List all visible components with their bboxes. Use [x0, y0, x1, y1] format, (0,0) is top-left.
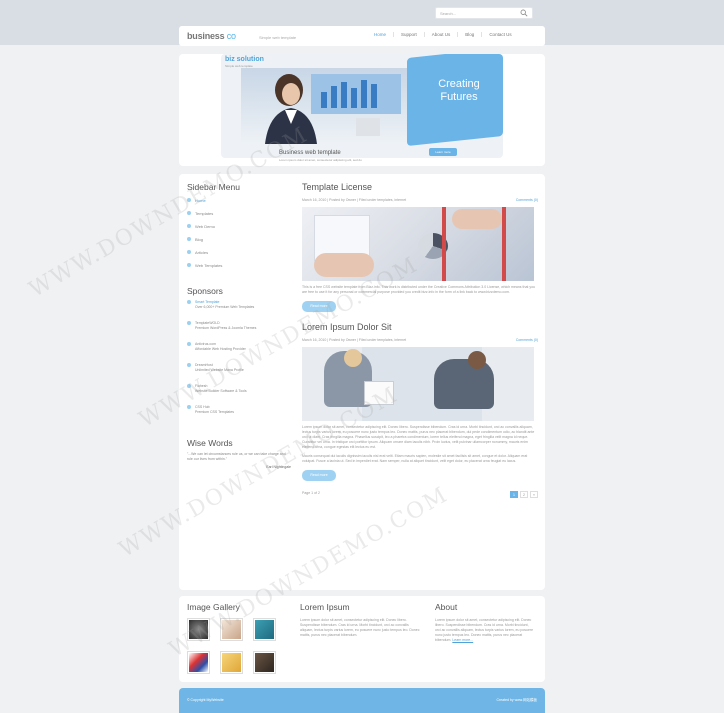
banner-headline: Creating Futures: [429, 78, 489, 104]
banner-brand-sub: Simple web template: [225, 64, 253, 68]
post-image-hand: [452, 209, 502, 229]
post-comments-link[interactable]: Comments (0): [516, 338, 538, 342]
sponsors-title: Sponsors: [187, 286, 223, 296]
post-meta: March 16, 2010 | Posted by Owner | Filed…: [302, 198, 538, 202]
sidebar-item-label: Templates: [195, 211, 214, 216]
post: Lorem Ipsum Dolor Sit March 16, 2010 | P…: [302, 322, 538, 481]
copyright: © Copyright MyWebsite: [187, 698, 224, 702]
banner-photo: [241, 68, 413, 144]
lorem-ipsum-text: Lorem ipsum dolor sit amet, consectetur …: [300, 618, 420, 637]
bullet-icon: [187, 300, 191, 304]
wise-words-title: Wise Words: [187, 438, 233, 448]
pagination-pages: 1 2 »: [510, 491, 538, 498]
gallery-thumb-image: [255, 620, 274, 639]
banner-headline-2: Futures: [440, 91, 478, 103]
nav-support[interactable]: Support: [393, 32, 424, 37]
nav-home[interactable]: Home: [367, 32, 393, 37]
sidebar: Sidebar Menu Home Templates Web Demo Blo…: [187, 182, 291, 469]
post-meta: March 16, 2010 | Posted by Owner | Filed…: [302, 338, 538, 342]
next-page-button[interactable]: »: [530, 491, 538, 498]
posts: Template License March 16, 2010 | Posted…: [302, 182, 538, 498]
bullet-icon: [187, 321, 191, 325]
sponsor-desc: Over 6,000+ Premium Web Templates: [195, 305, 255, 309]
page-2-button[interactable]: 2: [520, 491, 528, 498]
sidebar-item-label: Web Templates: [195, 263, 223, 268]
about-learn-more-link[interactable]: Learn more...: [452, 638, 473, 642]
sidebar-item-label: Blog: [195, 237, 204, 242]
gallery-thumb[interactable]: [220, 651, 243, 674]
main-nav: Home Support About Us Blog Contact Us: [367, 32, 519, 37]
logo-main: business: [187, 31, 225, 41]
sidebar-item-label: Web Demo: [195, 224, 215, 229]
about-title: About: [435, 602, 458, 612]
post-title[interactable]: Template License: [302, 182, 538, 192]
about-column: About Lorem ipsum dolor sit amet, consec…: [435, 602, 535, 643]
bullet-icon: [187, 342, 191, 346]
banner-caption-sub: Lorem ipsum dolor sit amet, consectetur …: [279, 158, 362, 162]
post-image-person: [434, 359, 494, 409]
bullet-icon: [187, 263, 191, 267]
sponsor-name[interactable]: Smart Template: [195, 300, 219, 304]
sidebar-menu: Home Templates Web Demo Blog Articles We…: [187, 196, 291, 274]
read-more-button[interactable]: Read more: [302, 470, 336, 481]
bullet-icon: [187, 363, 191, 367]
logo[interactable]: business co: [187, 31, 236, 41]
lorem-ipsum-title: Lorem Ipsum: [300, 602, 350, 612]
post-title[interactable]: Lorem Ipsum Dolor Sit: [302, 322, 538, 332]
post-meta-text: March 16, 2010 | Posted by Owner | Filed…: [302, 198, 407, 202]
page-1-button[interactable]: 1: [510, 491, 518, 498]
post-image-head: [468, 351, 486, 369]
banner-headline-1: Creating: [438, 78, 480, 90]
sidebar-item-blog[interactable]: Blog: [187, 235, 291, 248]
sidebar-item-templates[interactable]: Templates: [187, 209, 291, 222]
pagination-label: Page 1 of 2: [302, 491, 320, 495]
post-excerpt-2: Mauris consequat dui iaculis dignissim i…: [302, 454, 528, 463]
search-input[interactable]: Search...: [435, 7, 533, 19]
about-text-body: Lorem ipsum dolor sit amet, consectetur …: [435, 618, 534, 642]
sponsor-item[interactable]: Smart Template Over 6,000+ Premium Web Te…: [187, 300, 291, 321]
sponsor-name[interactable]: TemplateWOLD: [195, 321, 220, 325]
sponsor-desc: Premium WordPress & Joomla Themes: [195, 326, 257, 330]
bullet-icon: [187, 250, 191, 254]
search-placeholder: Search...: [440, 11, 457, 16]
sponsor-item[interactable]: CSS Hub Premium CSS Templates: [187, 405, 291, 426]
banner-photo-art: [265, 74, 401, 144]
bullet-icon: [187, 237, 191, 241]
sidebar-item-web-templates[interactable]: Web Templates: [187, 261, 291, 274]
post-meta-text: March 16, 2010 | Posted by Owner | Filed…: [302, 338, 407, 342]
gallery-thumb[interactable]: [253, 651, 276, 674]
sidebar-item-articles[interactable]: Articles: [187, 248, 291, 261]
nav-blog[interactable]: Blog: [457, 32, 481, 37]
credit-link[interactable]: Created by www.网站模板: [497, 698, 537, 703]
nav-contact-us[interactable]: Contact Us: [481, 32, 518, 37]
post: Template License March 16, 2010 | Posted…: [302, 182, 538, 312]
header: business co Simple web template Home Sup…: [179, 26, 545, 46]
sponsor-name[interactable]: Antivirus.com: [195, 342, 216, 346]
sidebar-item-web-demo[interactable]: Web Demo: [187, 222, 291, 235]
post-image: [302, 347, 534, 421]
search-icon[interactable]: [520, 9, 528, 17]
nav-about-us[interactable]: About Us: [423, 32, 458, 37]
gallery-thumb-image: [222, 653, 241, 672]
tagline: Simple web template: [259, 35, 297, 40]
post-image-head: [344, 349, 362, 367]
gallery-thumb[interactable]: [253, 618, 276, 641]
post-image-hand: [314, 253, 374, 277]
post-image-stripe: [502, 207, 506, 281]
banner: Creating Futures biz solution Simple web …: [179, 54, 545, 166]
logo-accent: co: [226, 31, 236, 41]
lorem-ipsum-column: Lorem Ipsum Lorem ipsum dolor sit amet, …: [300, 602, 420, 638]
post-image-stripe: [442, 207, 446, 281]
about-text: Lorem ipsum dolor sit amet, consectetur …: [435, 618, 535, 643]
footer-bar: © Copyright MyWebsite Created by www.网站模…: [179, 688, 545, 713]
gallery-thumb-image: [189, 653, 208, 672]
banner-button[interactable]: Learn more: [429, 148, 457, 156]
banner-brand: biz solution: [225, 56, 264, 63]
sponsor-desc: Premium CSS Templates: [195, 410, 235, 414]
post-comments-link[interactable]: Comments (0): [516, 198, 538, 202]
sponsor-name[interactable]: CSS Hub: [195, 405, 210, 409]
bullet-icon: [187, 224, 191, 228]
gallery-thumb-image: [255, 653, 274, 672]
sidebar-item-label: Articles: [195, 250, 209, 255]
